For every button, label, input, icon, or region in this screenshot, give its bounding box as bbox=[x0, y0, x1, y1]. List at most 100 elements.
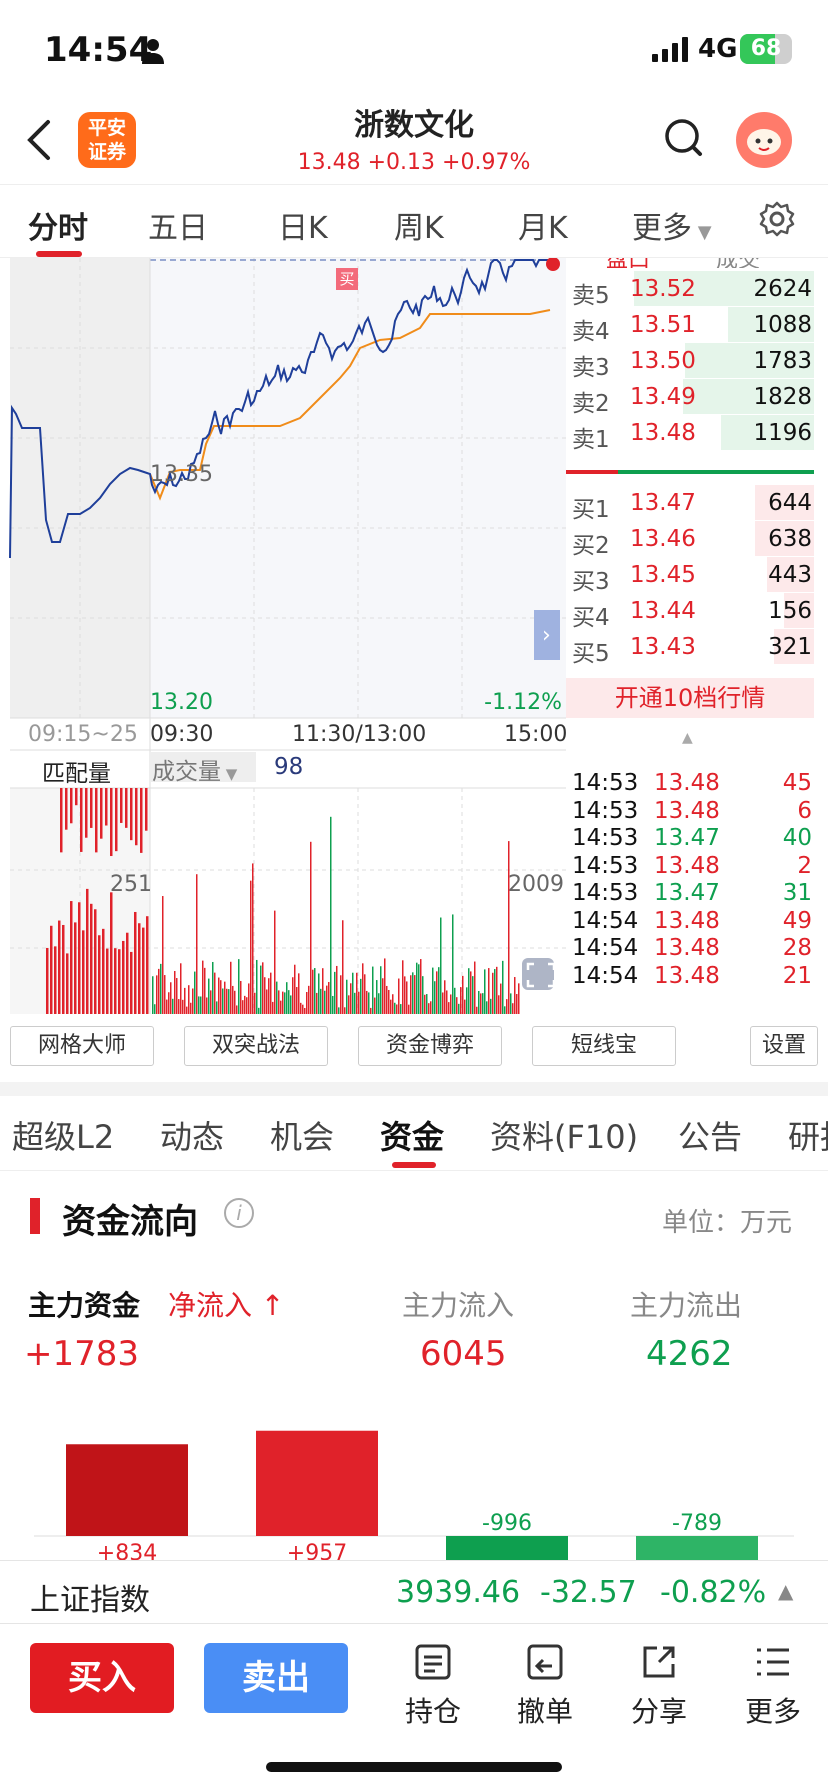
ask-volume: 1828 bbox=[753, 384, 812, 410]
intraday-chart-svg: › bbox=[9, 257, 566, 1014]
volume-bar bbox=[462, 975, 464, 1014]
tick-price: 13.48 bbox=[654, 962, 720, 989]
volume-bar bbox=[506, 999, 508, 1014]
volume-selector[interactable]: 成交量 ▼ bbox=[150, 752, 256, 785]
tab-daily-k[interactable]: 日K bbox=[278, 203, 328, 247]
volume-bar bbox=[504, 1006, 506, 1014]
volume-bar bbox=[158, 968, 160, 1014]
info-icon[interactable]: i bbox=[224, 1198, 254, 1228]
tab-monthly-k[interactable]: 月K bbox=[518, 203, 568, 247]
time-label-noon: 11:30/13:00 bbox=[292, 722, 427, 747]
match-volume-bar bbox=[82, 930, 85, 1014]
volume-bar bbox=[186, 1006, 188, 1014]
volume-bar bbox=[182, 999, 184, 1014]
ask-volume: 1783 bbox=[753, 348, 812, 374]
tab-more-label: 更多 bbox=[632, 211, 692, 246]
nav-positions[interactable]: 持仓 bbox=[388, 1642, 478, 1730]
volume-bar bbox=[228, 989, 230, 1014]
home-indicator bbox=[266, 1762, 562, 1772]
ask-row: 卖3 13.50 1783 bbox=[566, 340, 814, 381]
match-volume-bar bbox=[142, 927, 145, 1014]
volume-bar bbox=[238, 959, 240, 1014]
volume-bar bbox=[450, 994, 452, 1014]
buy-button[interactable]: 买入 bbox=[30, 1643, 174, 1713]
nav-cancel-order[interactable]: 撤单 bbox=[500, 1642, 590, 1730]
tab-more[interactable]: 更多 ▼ bbox=[632, 203, 712, 247]
volume-bar bbox=[294, 964, 296, 1014]
stock-name: 浙数文化 bbox=[354, 108, 474, 143]
ask-price: 13.48 bbox=[630, 420, 696, 446]
search-icon[interactable] bbox=[664, 118, 704, 160]
match-volume-label: 匹配量 bbox=[42, 761, 111, 787]
volume-bar bbox=[328, 982, 330, 1014]
volume-bar bbox=[306, 992, 308, 1014]
triangle-up-icon[interactable]: ▲ bbox=[682, 730, 693, 746]
index-ticker[interactable]: 上证指数 3939.46 -32.57 -0.82% ▲ bbox=[0, 1560, 828, 1624]
volume-bar bbox=[348, 995, 350, 1014]
tab-f10[interactable]: 资料(F10) bbox=[490, 1112, 638, 1158]
tab-order-book[interactable]: 盘口 bbox=[606, 258, 650, 268]
tab-research[interactable]: 研报 bbox=[788, 1112, 828, 1158]
tick-time: 14:53 bbox=[572, 770, 639, 796]
volume-bar bbox=[354, 992, 356, 1014]
tab-super-l2[interactable]: 超级L2 bbox=[12, 1112, 114, 1158]
volume-bar bbox=[224, 981, 226, 1014]
back-arrow-icon[interactable] bbox=[24, 118, 54, 162]
tool-grid-master[interactable]: 网格大师 bbox=[10, 1026, 154, 1066]
volume-bar bbox=[376, 980, 378, 1014]
tool-double-breakout[interactable]: 双突战法 bbox=[184, 1026, 328, 1066]
volume-bar bbox=[152, 976, 154, 1014]
volume-bar bbox=[404, 976, 406, 1014]
status-time: 14:54 bbox=[44, 30, 153, 70]
match-volume-bar bbox=[126, 932, 129, 1014]
volume-bar bbox=[452, 914, 454, 1014]
volume-bar bbox=[232, 985, 234, 1014]
volume-bar bbox=[342, 920, 344, 1014]
intraday-chart[interactable]: › 买 13.35 13.20 -1.12% 09:15~25 09:30 11… bbox=[0, 257, 567, 1014]
caret-down-icon: ▼ bbox=[221, 765, 238, 783]
avatar[interactable] bbox=[736, 112, 792, 168]
tab-intraday[interactable]: 分时 bbox=[28, 203, 88, 247]
tool-fund-game[interactable]: 资金博弈 bbox=[358, 1026, 502, 1066]
ask-price: 13.51 bbox=[630, 312, 696, 338]
gear-icon[interactable] bbox=[758, 200, 796, 238]
match-volume-bar-top bbox=[75, 788, 78, 806]
sell-button[interactable]: 卖出 bbox=[204, 1643, 348, 1713]
volume-bar bbox=[442, 992, 444, 1014]
tool-short-line[interactable]: 短线宝 bbox=[532, 1026, 676, 1066]
volume-bar bbox=[286, 982, 288, 1014]
volume-bar bbox=[400, 1004, 402, 1014]
triangle-up-icon[interactable]: ▲ bbox=[778, 1579, 793, 1603]
tab-trades[interactable]: 成交 bbox=[716, 258, 760, 268]
volume-selector-label: 成交量 bbox=[152, 759, 221, 785]
volume-bar bbox=[384, 958, 386, 1014]
volume-bar bbox=[510, 993, 512, 1014]
share-icon bbox=[643, 1646, 675, 1678]
broker-logo: 平安证券 bbox=[78, 112, 136, 168]
tick-time: 14:54 bbox=[572, 907, 639, 934]
upgrade-depth-button[interactable]: 开通10档行情 bbox=[566, 678, 814, 718]
volume-bar bbox=[184, 987, 186, 1014]
tab-opportunity[interactable]: 机会 bbox=[270, 1112, 334, 1158]
volume-bar bbox=[374, 997, 376, 1014]
nav-more[interactable]: 更多 bbox=[728, 1642, 818, 1730]
nav-share[interactable]: 分享 bbox=[614, 1642, 704, 1730]
volume-bar bbox=[394, 1002, 396, 1014]
index-change: -32.57 bbox=[540, 1575, 637, 1610]
match-volume-bar bbox=[114, 948, 117, 1014]
match-volume-bar-top bbox=[100, 788, 103, 839]
tab-news[interactable]: 动态 bbox=[160, 1112, 224, 1158]
volume-bar bbox=[358, 991, 360, 1014]
volume-bar bbox=[446, 990, 448, 1014]
volume-bar bbox=[380, 966, 382, 1014]
tab-five-day[interactable]: 五日 bbox=[148, 203, 208, 247]
bid-row: 买3 13.45 443 bbox=[566, 554, 814, 595]
net-inflow-label: 净流入 ↑ bbox=[168, 1289, 285, 1322]
tab-weekly-k[interactable]: 周K bbox=[394, 203, 444, 247]
tab-announcements[interactable]: 公告 bbox=[678, 1112, 742, 1158]
tool-settings[interactable]: 设置 bbox=[750, 1026, 818, 1066]
index-name: 上证指数 bbox=[30, 1583, 150, 1618]
battery-level: 68 bbox=[750, 36, 782, 61]
volume-bar bbox=[338, 1007, 340, 1014]
tab-funds[interactable]: 资金 bbox=[380, 1112, 444, 1158]
